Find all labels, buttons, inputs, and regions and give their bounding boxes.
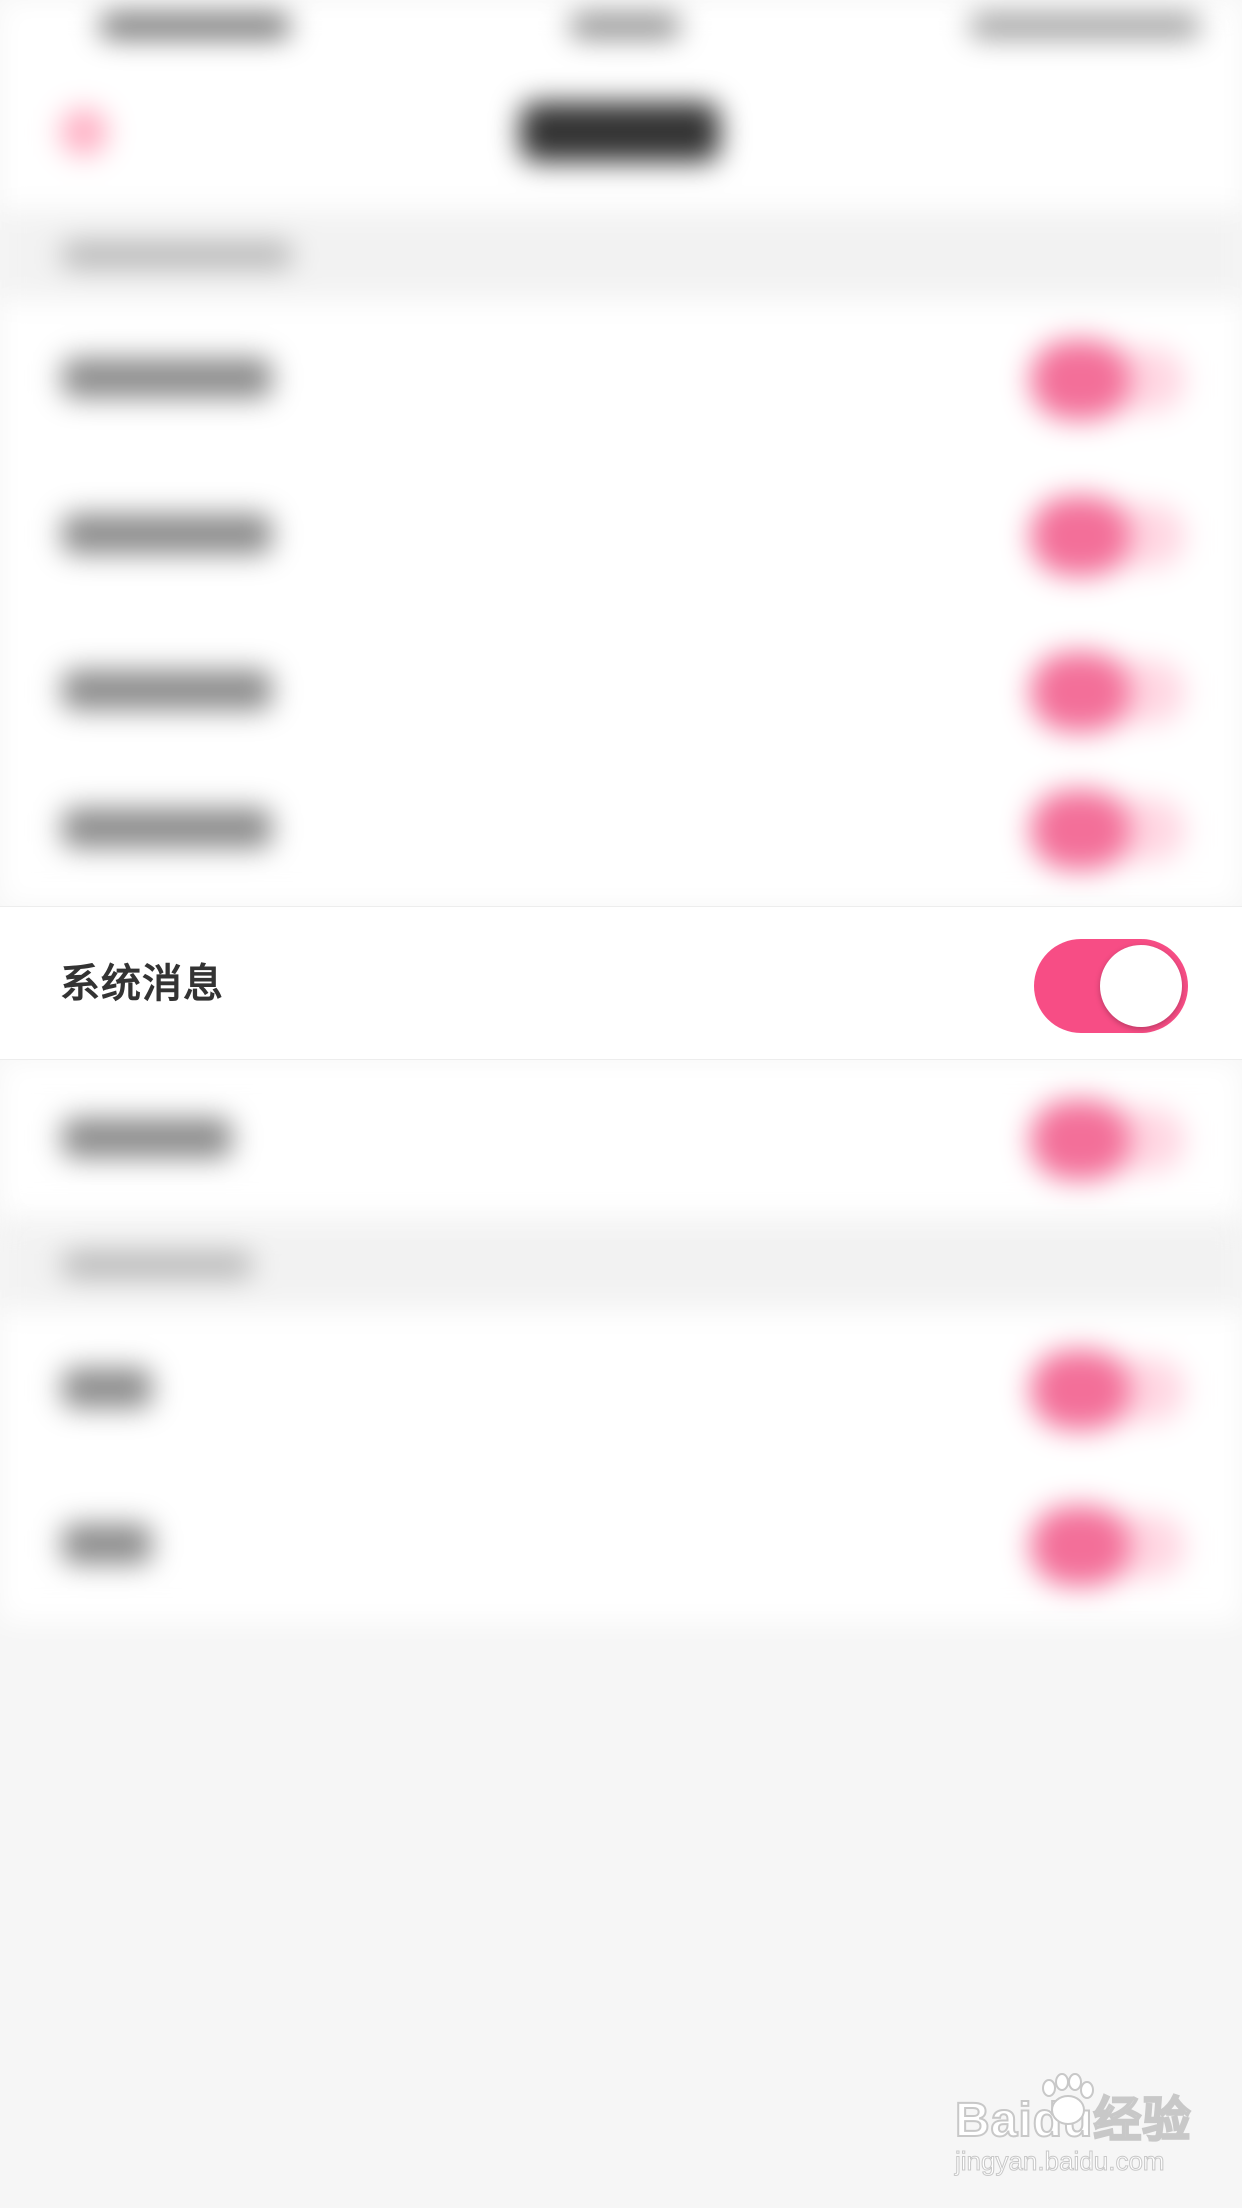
navigation-bar: [0, 60, 1242, 210]
setting-row-system-messages[interactable]: 系统消息: [0, 906, 1242, 1060]
watermark: Baidu经验 jingyan.baidu.com: [954, 2073, 1195, 2190]
setting-label: 系统消息: [60, 961, 224, 1007]
toggle-switch-icon[interactable]: [1030, 652, 1130, 732]
setting-label-blurred: [62, 808, 272, 848]
section-header-blurred: [0, 210, 1242, 300]
toggle-switch-icon[interactable]: [1030, 340, 1130, 420]
toggle-switch-icon[interactable]: [1030, 1100, 1130, 1180]
blurred-background: [0, 0, 1242, 2208]
status-bar-right-blurred: [970, 14, 1200, 38]
setting-row-blurred[interactable]: [0, 1310, 1242, 1466]
section-header-label-blurred: [62, 242, 292, 268]
setting-label-blurred: [62, 1524, 152, 1564]
system-messages-toggle[interactable]: [1034, 939, 1188, 1033]
section-header-blurred: [0, 1220, 1242, 1310]
watermark-url: jingyan.baidu.com: [955, 2146, 1166, 2177]
setting-label-blurred: [62, 670, 272, 710]
toggle-switch-icon[interactable]: [1030, 496, 1130, 576]
setting-row-blurred[interactable]: [0, 750, 1242, 906]
status-bar-left-blurred: [100, 14, 290, 38]
section-header-label-blurred: [62, 1252, 252, 1278]
screen: 系统消息 Baidu经验 jingyan.baidu.com: [0, 0, 1242, 2208]
page-title-blurred: [520, 102, 720, 162]
setting-label-blurred: [62, 1118, 232, 1158]
toggle-switch-icon[interactable]: [1030, 1506, 1130, 1586]
setting-row-blurred[interactable]: [0, 1060, 1242, 1216]
chevron-left-icon[interactable]: [60, 108, 108, 156]
setting-row-blurred[interactable]: [0, 456, 1242, 612]
setting-row-blurred[interactable]: [0, 612, 1242, 768]
setting-label-blurred: [62, 1368, 152, 1408]
setting-label-blurred: [62, 358, 272, 398]
toggle-thumb: [1100, 945, 1182, 1027]
toggle-switch-icon[interactable]: [1030, 790, 1130, 870]
status-bar: [0, 0, 1242, 60]
status-bar-center-blurred: [570, 14, 680, 38]
setting-label-blurred: [62, 514, 272, 554]
toggle-switch-icon[interactable]: [1030, 1350, 1130, 1430]
paw-icon: [1042, 2073, 1094, 2125]
setting-row-blurred[interactable]: [0, 300, 1242, 456]
setting-row-blurred[interactable]: [0, 1466, 1242, 1622]
